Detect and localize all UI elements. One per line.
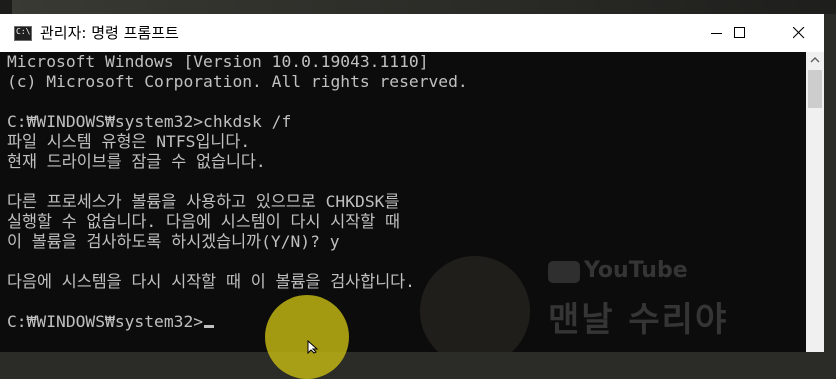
console-line: 이 볼륨을 검사하도록 하시겠습니까(Y/N)? y [7,232,340,251]
watermark-logo [420,256,530,352]
desktop-background [0,0,836,14]
console-line: 실행할 수 없습니다. 다음에 시스템이 다시 시작할 때 [7,212,400,231]
close-button[interactable] [776,14,822,52]
vertical-scrollbar[interactable] [806,52,824,352]
maximize-icon [734,27,745,38]
watermark-channel: 맨날 수리야 [548,300,729,340]
cmd-window: C:\ 관리자: 명령 프롬프트 Microsoft Windows [Vers… [0,14,824,352]
watermark-platform: YouTube [584,258,688,283]
console-line: C:₩WINDOWS₩system32>chkdsk /f [7,112,292,131]
close-icon [793,27,805,39]
window-title: 관리자: 명령 프롬프트 [40,24,179,42]
console-line: (c) Microsoft Corporation. All rights re… [7,72,468,91]
scroll-up-button[interactable] [806,52,824,69]
cursor-highlight [265,295,349,379]
console-line: 파일 시스템 유형은 NTFS입니다. [7,132,251,151]
console-output[interactable]: Microsoft Windows [Version 10.0.19043.11… [0,52,806,352]
console-prompt: C:₩WINDOWS₩system32> [7,312,204,331]
title-bar[interactable]: C:\ 관리자: 명령 프롬프트 [0,14,824,52]
scrollbar-thumb[interactable] [808,70,822,108]
chevron-up-icon [810,57,820,63]
console-line: Microsoft Windows [Version 10.0.19043.11… [7,52,429,71]
console-prompt-line: C:₩WINDOWS₩system32> [7,312,215,332]
channel-watermark: YouTube 맨날 수리야 [420,232,740,352]
cmd-icon[interactable]: C:\ [14,26,32,41]
maximize-button[interactable] [717,14,763,52]
console-line: 다음에 시스템을 다시 시작할 때 이 볼륨을 검사합니다. [7,272,415,291]
console-line: 다른 프로세스가 볼륨을 사용하고 있으므로 CHKDSK를 [7,192,400,211]
text-cursor [204,325,215,328]
youtube-icon [548,261,580,283]
console-line: 현재 드라이브를 잠글 수 없습니다. [7,152,266,171]
scrollbar-track[interactable] [806,69,824,352]
